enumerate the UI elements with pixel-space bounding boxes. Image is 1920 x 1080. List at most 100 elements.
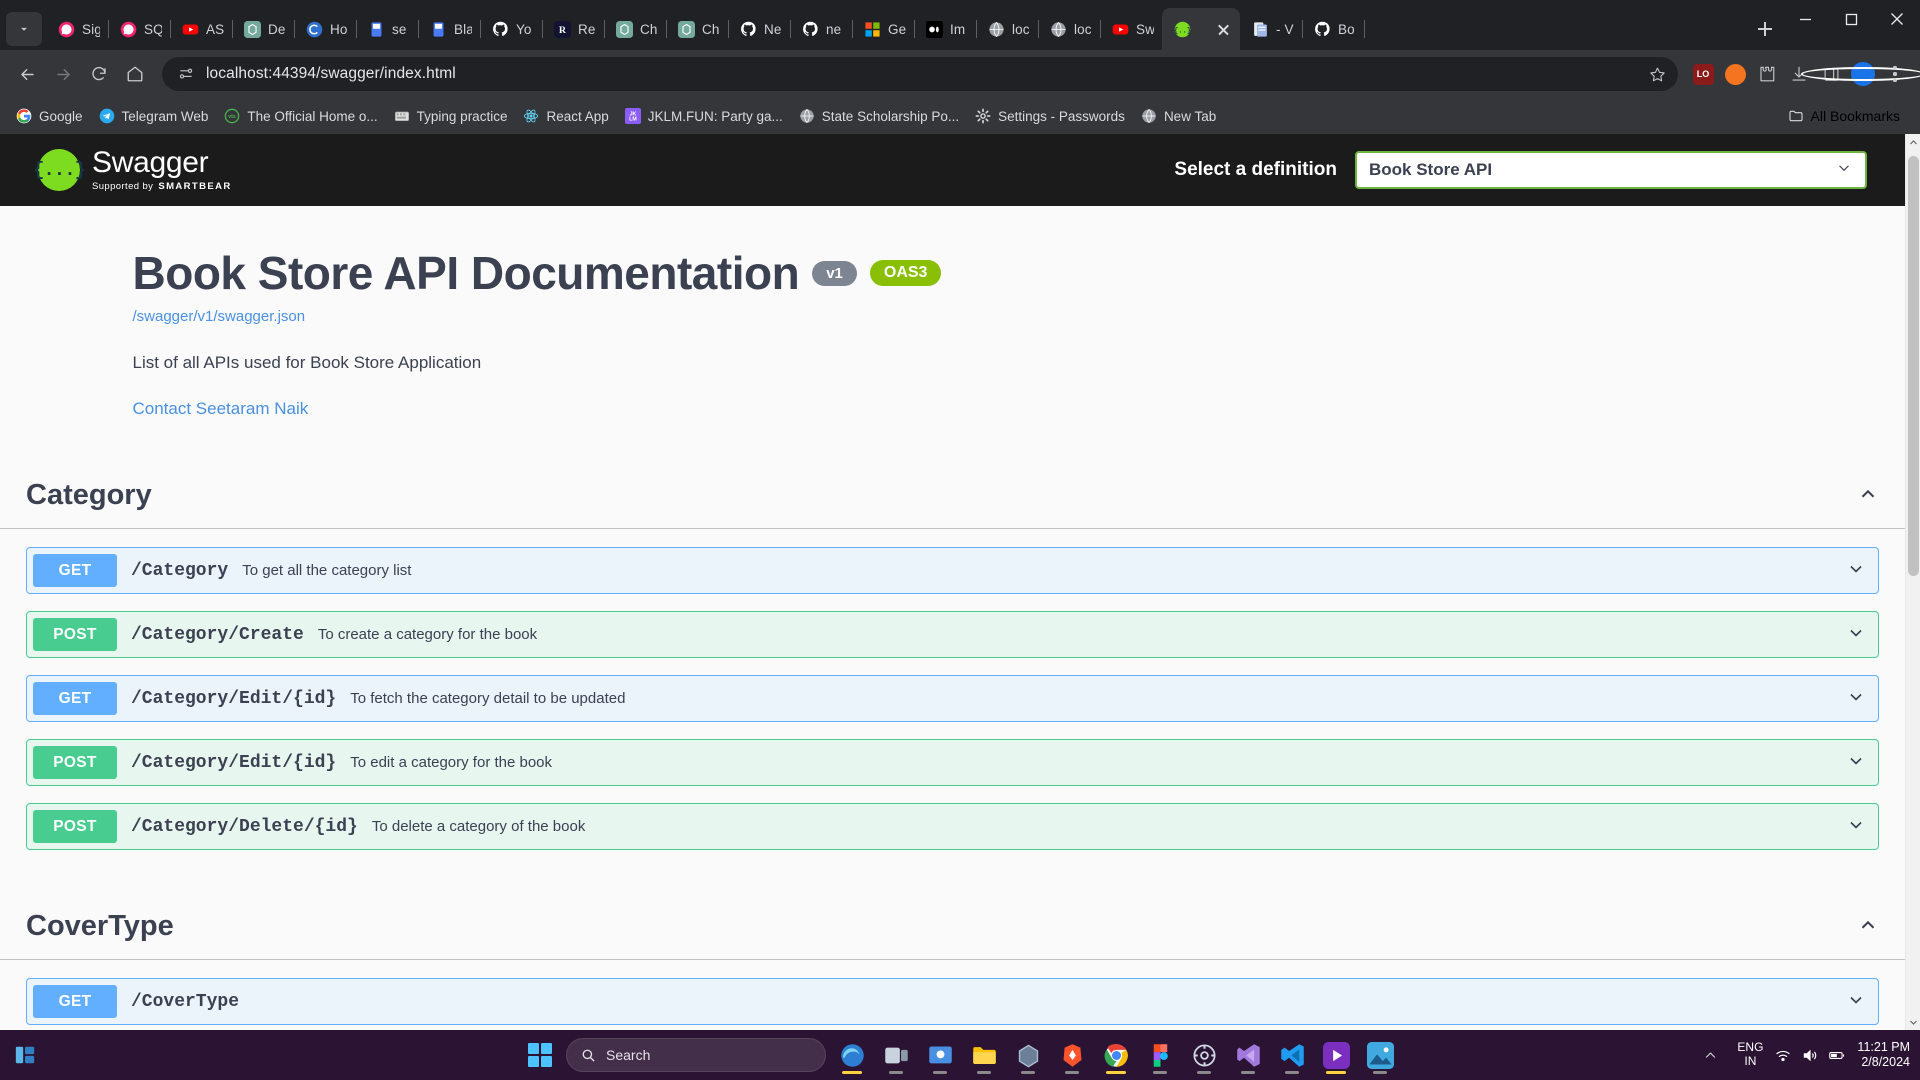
chevron-down-icon[interactable] xyxy=(1846,623,1866,646)
chevron-down-icon[interactable] xyxy=(1846,687,1866,710)
bookmark-star-button[interactable] xyxy=(1642,59,1672,89)
profile-button[interactable] xyxy=(1801,59,1920,89)
chevron-up-icon[interactable] xyxy=(1857,914,1879,939)
extensions-button[interactable] xyxy=(1752,59,1782,89)
browser-tab[interactable]: Im xyxy=(914,8,977,50)
browser-tab[interactable]: Sw xyxy=(1100,8,1162,50)
scrollbar-thumb[interactable] xyxy=(1908,156,1919,576)
taskbar-app-teams[interactable] xyxy=(920,1033,960,1077)
browser-tab[interactable]: R Re xyxy=(542,8,605,50)
widgets-icon[interactable] xyxy=(8,1038,42,1072)
browser-tab[interactable]: Ho xyxy=(294,8,357,50)
browser-tab[interactable]: AS xyxy=(170,8,233,50)
browser-tab[interactable]: se xyxy=(356,8,419,50)
chevron-down-icon[interactable] xyxy=(1846,990,1866,1013)
taskbar-app-file-explorer[interactable] xyxy=(964,1033,1004,1077)
definition-select[interactable]: Book Store API xyxy=(1355,151,1867,189)
maximize-button[interactable] xyxy=(1828,0,1874,38)
api-path: /Category/Edit/{id} xyxy=(131,688,337,709)
close-button[interactable] xyxy=(1874,0,1920,38)
chevron-down-icon[interactable] xyxy=(1846,815,1866,838)
address-bar[interactable]: localhost:44394/swagger/index.html xyxy=(162,57,1678,91)
api-operation-row[interactable]: POST /Category/Create To create a catego… xyxy=(26,611,1879,658)
tab-search-button[interactable] xyxy=(6,12,42,46)
browser-tab[interactable]: Ch xyxy=(666,8,729,50)
api-operation-row[interactable]: GET /CoverType xyxy=(26,978,1879,1025)
browser-tab[interactable]: {..} xyxy=(1162,8,1240,50)
taskbar-search[interactable]: Search xyxy=(566,1038,826,1072)
all-bookmarks-button[interactable]: All Bookmarks xyxy=(1780,104,1908,128)
contact-link[interactable]: Contact Seetaram Naik xyxy=(133,399,309,418)
taskbar-app-task-view[interactable] xyxy=(876,1033,916,1077)
globe-icon xyxy=(1050,21,1067,38)
scroll-up-button[interactable] xyxy=(1906,134,1920,150)
taskbar-app-chrome[interactable] xyxy=(1096,1033,1136,1077)
api-operation-row[interactable]: GET /Category To get all the category li… xyxy=(26,547,1879,594)
browser-tab[interactable]: Bla xyxy=(418,8,481,50)
bookmark-item[interactable]: New Tab xyxy=(1133,104,1224,128)
browser-tab[interactable]: Ne xyxy=(728,8,791,50)
minimize-button[interactable] xyxy=(1782,0,1828,38)
page-scrollbar[interactable] xyxy=(1905,134,1920,1030)
browser-menu-button[interactable] xyxy=(1880,59,1910,89)
browser-tab[interactable]: loc xyxy=(1038,8,1101,50)
site-settings-icon[interactable] xyxy=(176,64,196,84)
taskbar-widgets[interactable] xyxy=(8,1038,42,1072)
browser-tab[interactable]: SQ xyxy=(108,8,171,50)
browser-tab[interactable]: loc xyxy=(976,8,1039,50)
taskbar-app-media-player[interactable] xyxy=(1316,1033,1356,1077)
api-operation-row[interactable]: POST /Category/Edit/{id} To edit a categ… xyxy=(26,739,1879,786)
browser-tab[interactable]: - V xyxy=(1240,8,1303,50)
taskbar-app-vscode[interactable] xyxy=(1272,1033,1312,1077)
reload-button[interactable] xyxy=(82,57,116,91)
forward-button[interactable] xyxy=(46,57,80,91)
start-button[interactable] xyxy=(520,1033,560,1077)
language-indicator[interactable]: ENG IN xyxy=(1737,1040,1763,1069)
browser-tab[interactable]: ne xyxy=(790,8,853,50)
extension-lo-button[interactable]: LO xyxy=(1688,59,1718,89)
bookmark-item[interactable]: Typing practice xyxy=(386,104,516,128)
api-operation-row[interactable]: POST /Category/Delete/{id} To delete a c… xyxy=(26,803,1879,850)
taskbar-app-brave[interactable] xyxy=(1052,1033,1092,1077)
browser-tab[interactable]: Bo xyxy=(1302,8,1365,50)
taskbar-app-photos[interactable] xyxy=(1360,1033,1400,1077)
taskbar-app-figma[interactable] xyxy=(1140,1033,1180,1077)
taskbar-clock[interactable]: 11:21 PM 2/8/2024 xyxy=(1857,1040,1910,1070)
taskbar-app-edge-dev[interactable] xyxy=(832,1033,872,1077)
browser-tab[interactable]: Yo xyxy=(480,8,543,50)
browser-tab[interactable]: Sig xyxy=(46,8,109,50)
bookmark-label: State Scholarship Po... xyxy=(821,108,960,124)
new-tab-button[interactable] xyxy=(1748,12,1782,46)
swagger-json-link[interactable]: /swagger/v1/swagger.json xyxy=(133,308,306,325)
chevron-down-icon[interactable] xyxy=(1846,559,1866,582)
api-tag-header[interactable]: CoverType xyxy=(0,902,1905,960)
bookmark-item[interactable]: Settings - Passwords xyxy=(967,104,1133,128)
extension-orange-button[interactable] xyxy=(1720,59,1750,89)
api-tag-header[interactable]: Category xyxy=(0,471,1905,529)
bookmark-item[interactable]: vts The Official Home o... xyxy=(216,104,385,128)
bookmark-item[interactable]: Google xyxy=(8,104,91,128)
taskbar-app-indicator xyxy=(1241,1071,1255,1074)
back-button[interactable] xyxy=(10,57,44,91)
chevron-up-icon[interactable] xyxy=(1857,483,1879,508)
bookmark-item[interactable]: JK LM JKLM.FUN: Party ga... xyxy=(617,104,791,128)
swagger-logo[interactable]: {...} Swagger Supported by SMARTBEAR xyxy=(33,148,232,193)
bookmark-item[interactable]: State Scholarship Po... xyxy=(791,104,967,128)
bookmark-item[interactable]: Telegram Web xyxy=(91,104,217,128)
browser-tab[interactable]: De xyxy=(232,8,295,50)
browser-tab[interactable]: Ch xyxy=(604,8,667,50)
api-operation-row[interactable]: GET /Category/Edit/{id} To fetch the cat… xyxy=(26,675,1879,722)
show-hidden-icons-button[interactable] xyxy=(1695,1040,1725,1070)
http-method-badge: GET xyxy=(33,682,117,715)
taskbar-app-store[interactable] xyxy=(1008,1033,1048,1077)
chevron-down-icon[interactable] xyxy=(1846,751,1866,774)
scroll-down-button[interactable] xyxy=(1906,1014,1920,1030)
taskbar-app-settings[interactable] xyxy=(1184,1033,1224,1077)
system-tray-icons[interactable] xyxy=(1775,1048,1845,1063)
taskbar-app-visual-studio[interactable] xyxy=(1228,1033,1268,1077)
bookmark-item[interactable]: React App xyxy=(515,104,616,128)
home-button[interactable] xyxy=(118,57,152,91)
all-bookmarks-group[interactable]: All Bookmarks xyxy=(1780,104,1912,128)
browser-tab[interactable]: Ge xyxy=(852,8,915,50)
tab-close-button[interactable] xyxy=(1215,21,1232,38)
